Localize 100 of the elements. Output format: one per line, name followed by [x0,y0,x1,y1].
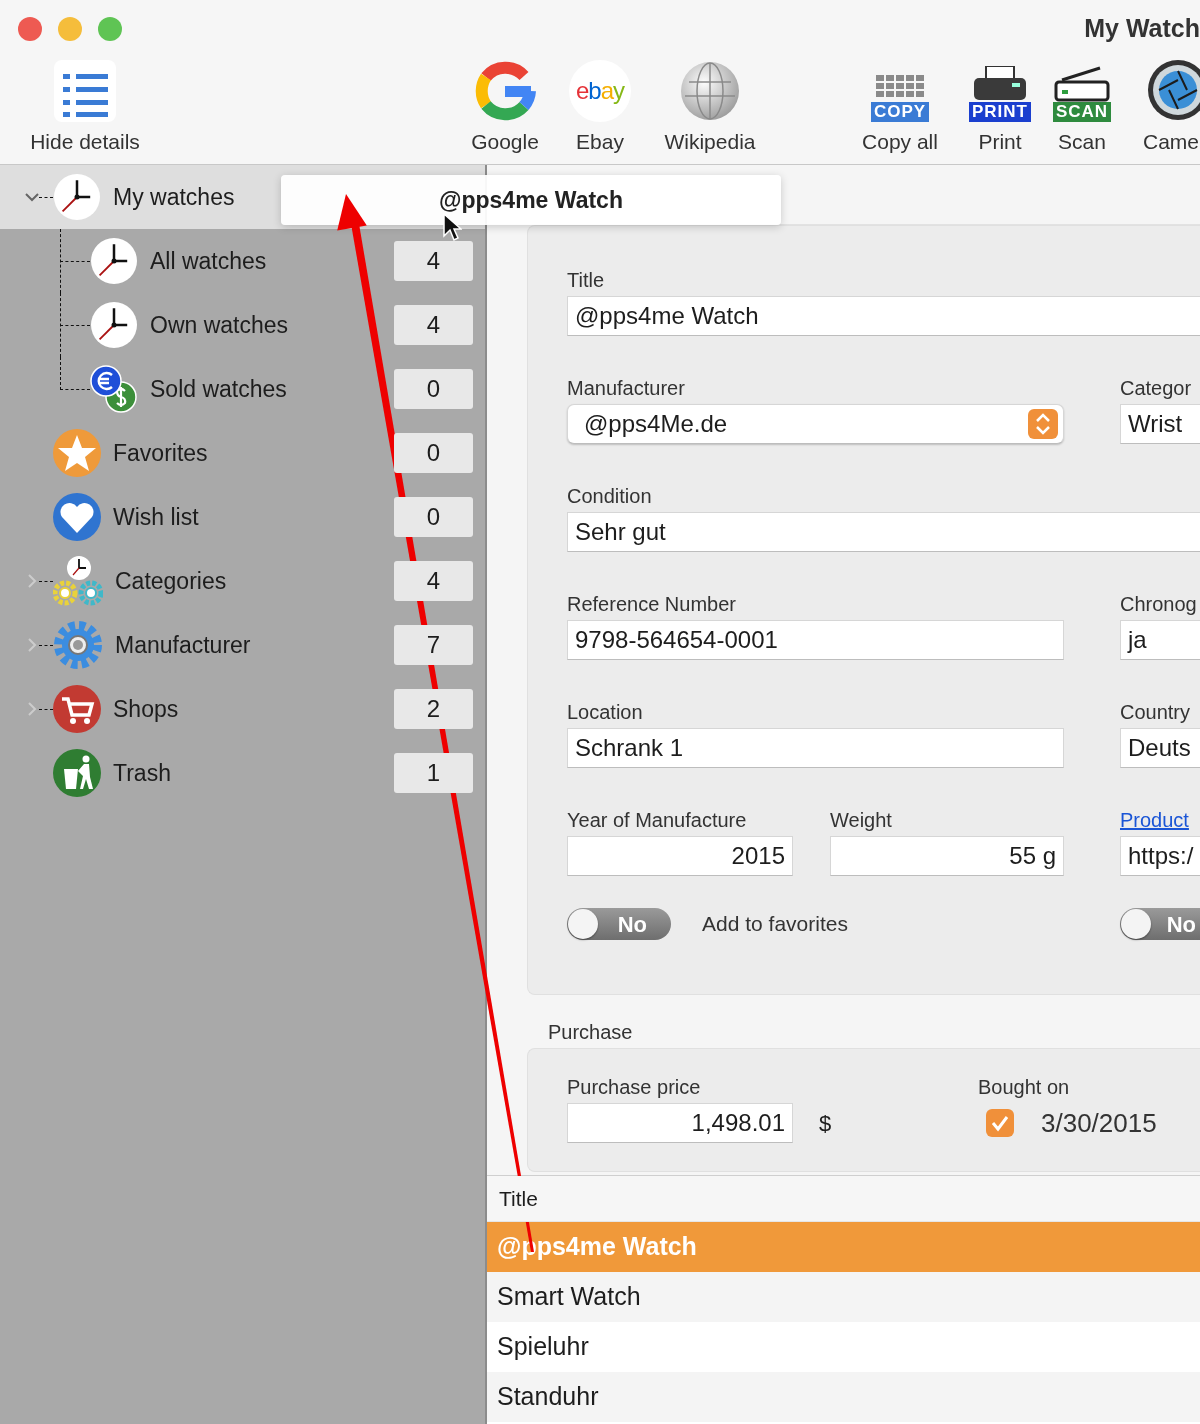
count-badge: 1 [394,753,473,793]
text-field[interactable]: @pps4me Watch [567,296,1200,336]
text-field[interactable]: 1,498.01 [567,1103,793,1143]
coins-icon [90,365,138,413]
ebay-logo[interactable]: ebay [569,60,631,122]
sidebar-label: Categories [115,566,227,596]
sidebar-row[interactable]: Own watches 4 [0,293,485,357]
clock-icon [53,173,101,221]
minimize-button[interactable] [58,17,82,41]
sidebar-row[interactable]: Categories 4 [0,549,485,613]
sidebar-row[interactable]: Sold watches 0 [0,357,485,421]
printer-icon [972,66,1028,102]
icon-badge: SCAN [1052,102,1112,122]
field-label: Location [567,700,644,724]
toggle-switch[interactable]: No [567,908,671,940]
text-field[interactable]: Deuts [1120,728,1200,768]
date-value: 3/30/2015 [1041,1106,1157,1140]
sidebar-row[interactable]: Shops 2 [0,677,485,741]
sidebar-label: Wish list [113,502,199,532]
clock-icon [90,237,138,285]
field-label: Country [1120,700,1192,724]
checkbox[interactable] [986,1109,1014,1137]
sidebar-row[interactable]: Favorites 0 [0,421,485,485]
icon-badge: COPY [870,102,930,122]
stepper-icon[interactable] [1028,409,1058,439]
count-badge: 0 [394,369,473,409]
text-field[interactable]: Sehr gut [567,512,1200,552]
sidebar-row[interactable]: All watches 4 [0,229,485,293]
sidebar-row[interactable]: Wish list 0 [0,485,485,549]
field-label: Categor [1120,376,1193,400]
toolbar-label[interactable]: Ebay [576,126,624,158]
count-badge: 4 [394,305,473,345]
count-badge: 4 [394,241,473,281]
column-header[interactable]: Title [487,1176,1200,1222]
count-badge: 4 [394,561,473,601]
scanner-icon [1054,66,1110,102]
count-badge: 2 [394,689,473,729]
field-label: Purchase price [567,1075,702,1099]
text-field[interactable]: 2015 [567,836,793,876]
field-label: Chronog [1120,592,1198,616]
list-icon [54,60,116,122]
chevron-right-icon[interactable] [25,574,39,588]
field-label: Condition [567,484,653,508]
text-field[interactable]: 55 g [830,836,1064,876]
globe-icon [679,60,741,122]
chevron-right-icon[interactable] [25,638,39,652]
sidebar-row[interactable]: Manufacturer 7 [0,613,485,677]
field-label: Bought on [978,1075,1071,1099]
chevron-down-icon[interactable] [25,190,39,204]
field-label: Reference Number [567,592,737,616]
section-title: Purchase [548,1020,634,1045]
google-g-icon [474,60,536,122]
zoom-button[interactable] [98,17,122,41]
shopping-cart-icon [53,685,101,733]
clock-icon [90,301,138,349]
count-badge: 0 [394,497,473,537]
sidebar-label: Favorites [113,438,208,468]
sidebar-row[interactable]: Trash 1 [0,741,485,805]
text-field[interactable]: 9798-564654-0001 [567,620,1064,660]
toggle-label: Add to favorites [702,911,848,938]
dropdown-field[interactable]: @pps4Me.de [567,404,1064,444]
sidebar-label: Shops [113,694,179,724]
toolbar-label[interactable]: Hide details [30,126,140,158]
field-label: Title [567,268,606,292]
trash-can-icon [53,749,101,797]
sidebar-label: All watches [150,246,267,276]
toolbar-label[interactable]: Wikipedia [664,126,756,158]
count-badge: 7 [394,625,473,665]
gear-icon [53,620,103,670]
table-row[interactable]: Spieluhr [487,1322,1200,1372]
toolbar-label[interactable]: Copy all [862,126,938,158]
text-field[interactable]: https:/ [1120,836,1200,876]
checkmark-icon [990,1113,1010,1133]
toggle-switch[interactable]: No [1120,908,1200,940]
toolbar-label[interactable]: Print [978,126,1022,158]
drag-preview: @pps4me Watch [281,175,781,225]
table-row[interactable]: Standuhr [487,1372,1200,1422]
window-title: My Watch [1084,13,1200,45]
toolbar-label[interactable]: Came [1143,126,1200,158]
pointer-cursor-icon [442,212,462,242]
chevron-right-icon[interactable] [25,702,39,716]
toolbar-label[interactable]: Google [471,126,539,158]
clock-and-gears-icon [53,555,103,607]
toolbar-label[interactable]: Scan [1058,126,1106,158]
table-row[interactable]: Smart Watch [487,1272,1200,1322]
field-link[interactable]: Product [1120,808,1200,832]
count-badge: 0 [394,433,473,473]
sidebar-label: Trash [113,758,171,788]
close-button[interactable] [18,17,42,41]
sidebar-label: Sold watches [150,374,287,404]
field-label: Manufacturer [567,376,686,400]
icon-badge: PRINT [969,102,1031,122]
field-label: Weight [830,808,893,832]
text-field[interactable]: ja [1120,620,1200,660]
sidebar-label: Manufacturer [115,630,251,660]
currency-label: $ [819,1109,832,1138]
text-field[interactable]: Wrist [1120,404,1200,444]
field-label: Year of Manufacture [567,808,748,832]
sidebar-label: My watches [113,182,235,212]
text-field[interactable]: Schrank 1 [567,728,1064,768]
